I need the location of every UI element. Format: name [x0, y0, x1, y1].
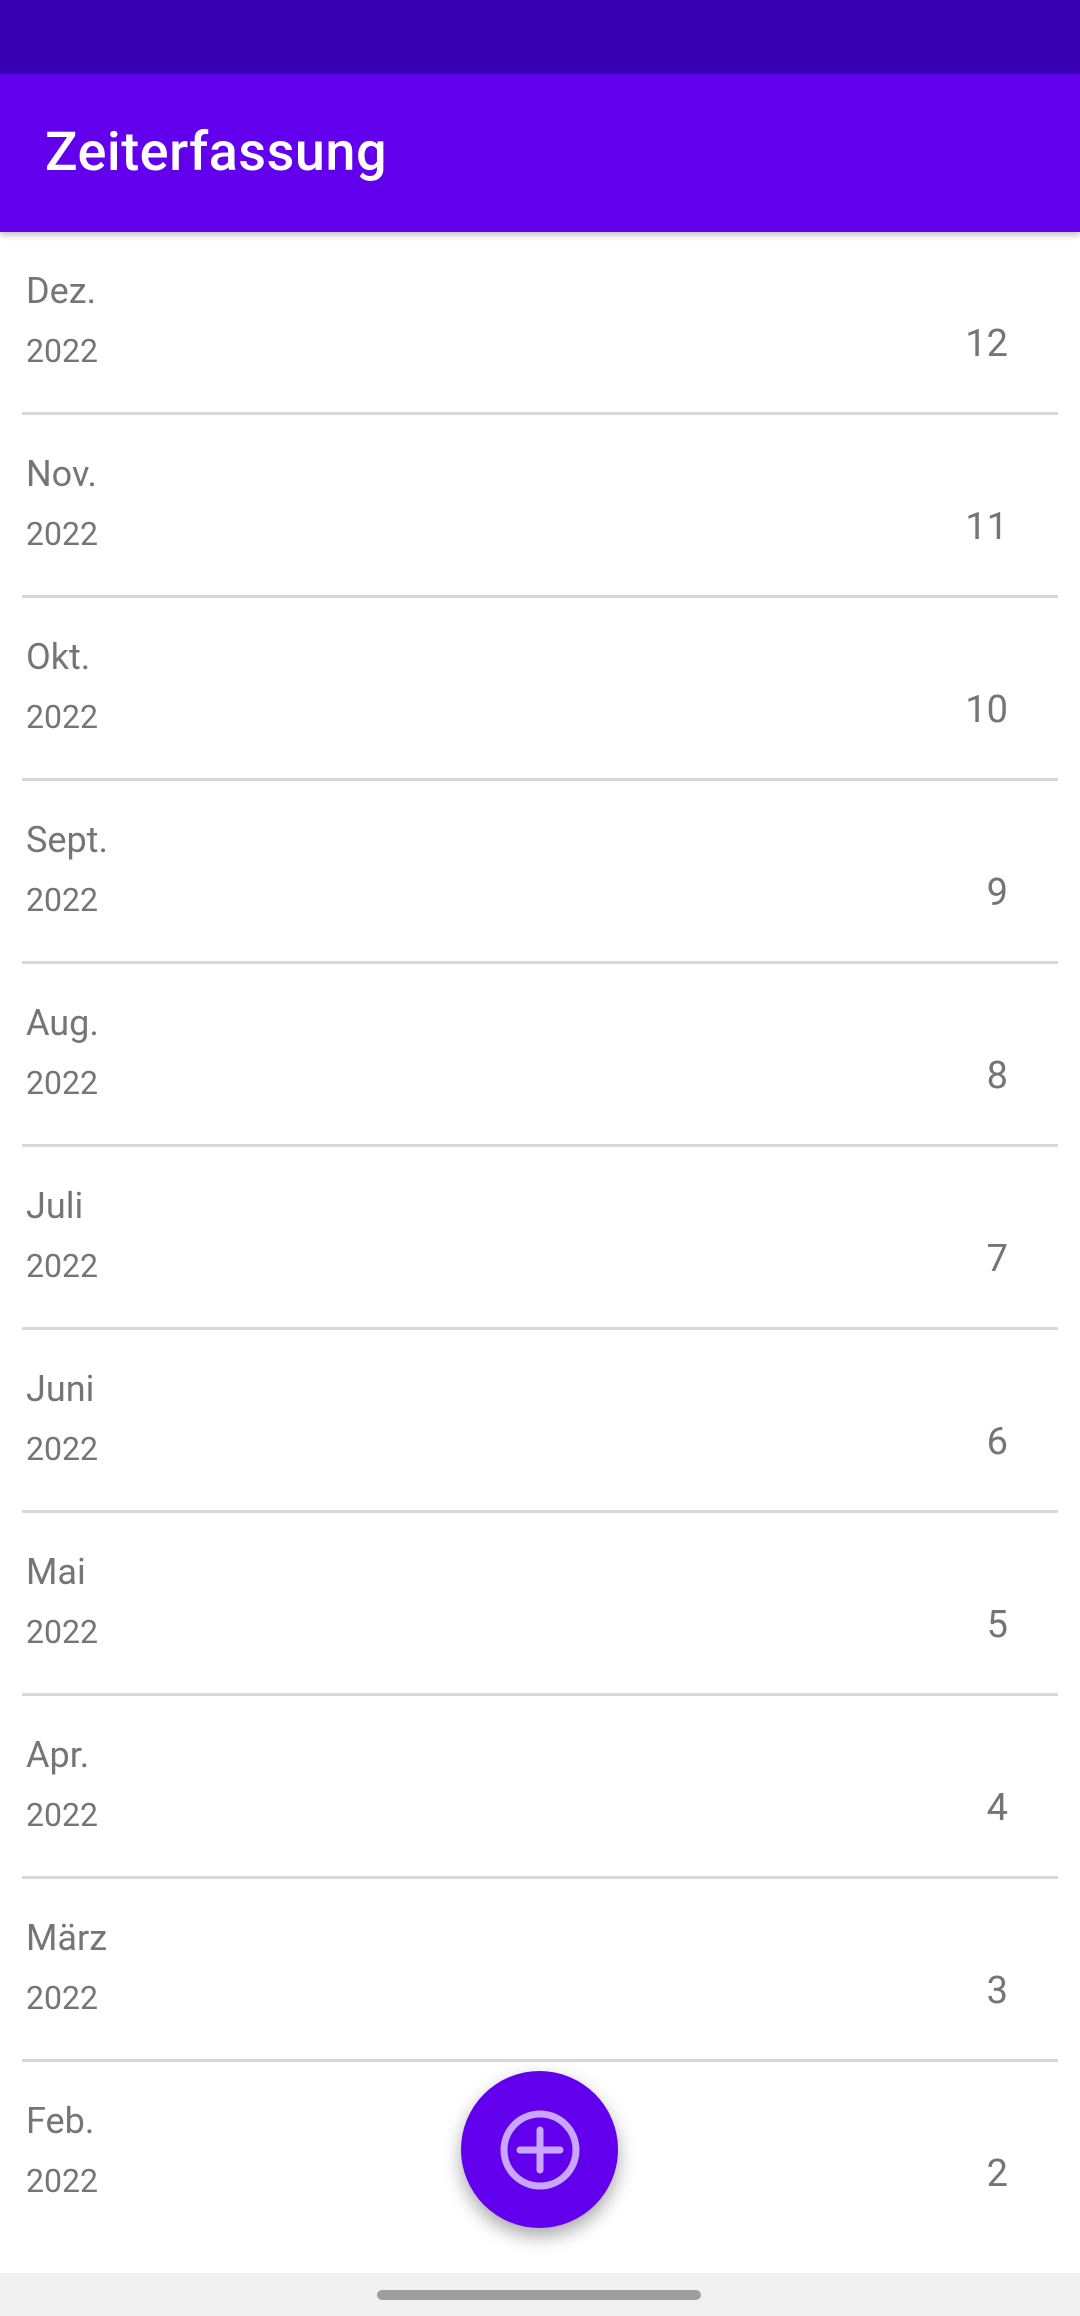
month-label: Feb. [26, 2100, 95, 2142]
month-number: 7 [986, 1237, 1008, 1281]
year-label: 2022 [26, 1613, 98, 1651]
month-number: 12 [965, 322, 1008, 366]
month-label: Dez. [26, 270, 97, 312]
month-number: 10 [965, 688, 1008, 732]
add-circle-icon [500, 2110, 579, 2189]
list-item-aug-2022[interactable]: Aug. 2022 8 [0, 964, 1080, 1147]
year-label: 2022 [26, 1979, 98, 2017]
month-number: 5 [986, 1603, 1008, 1647]
list-item-apr-2022[interactable]: Apr. 2022 4 [0, 1696, 1080, 1879]
month-label: Okt. [26, 636, 91, 678]
month-number: 4 [986, 1786, 1008, 1830]
year-label: 2022 [26, 1796, 98, 1834]
month-number: 11 [965, 505, 1008, 549]
month-number: 8 [986, 1054, 1008, 1098]
month-label: Aug. [26, 1002, 99, 1044]
year-label: 2022 [26, 515, 98, 553]
month-list[interactable]: Dez. 2022 12 Nov. 2022 11 Okt. 2022 10 S… [0, 232, 1080, 2273]
year-label: 2022 [26, 1430, 98, 1468]
month-label: Sept. [26, 819, 108, 861]
year-label: 2022 [26, 2162, 98, 2200]
home-indicator[interactable] [377, 2290, 701, 2300]
month-label: Juni [26, 1368, 95, 1410]
list-item-mai-2022[interactable]: Mai 2022 5 [0, 1513, 1080, 1696]
list-item-juli-2022[interactable]: Juli 2022 7 [0, 1147, 1080, 1330]
add-entry-button[interactable] [461, 2071, 618, 2228]
year-label: 2022 [26, 1064, 98, 1102]
month-label: Nov. [26, 453, 97, 495]
list-item-nov-2022[interactable]: Nov. 2022 11 [0, 415, 1080, 598]
month-label: Apr. [26, 1734, 90, 1776]
month-label: Juli [26, 1185, 84, 1227]
list-item-okt-2022[interactable]: Okt. 2022 10 [0, 598, 1080, 781]
year-label: 2022 [26, 881, 98, 919]
app-bar: Zeiterfassung [0, 74, 1080, 232]
status-bar [0, 0, 1080, 74]
list-item-juni-2022[interactable]: Juni 2022 6 [0, 1330, 1080, 1513]
year-label: 2022 [26, 1247, 98, 1285]
month-number: 9 [986, 871, 1008, 915]
list-item-sept-2022[interactable]: Sept. 2022 9 [0, 781, 1080, 964]
year-label: 2022 [26, 332, 98, 370]
year-label: 2022 [26, 698, 98, 736]
page-title: Zeiterfassung [45, 121, 388, 184]
month-label: Mai [26, 1551, 86, 1593]
list-item-dez-2022[interactable]: Dez. 2022 12 [0, 232, 1080, 415]
month-label: März [26, 1917, 108, 1959]
month-number: 6 [986, 1420, 1008, 1464]
month-number: 3 [986, 1969, 1008, 2013]
month-number: 2 [986, 2152, 1008, 2196]
list-item-maerz-2022[interactable]: März 2022 3 [0, 1879, 1080, 2062]
